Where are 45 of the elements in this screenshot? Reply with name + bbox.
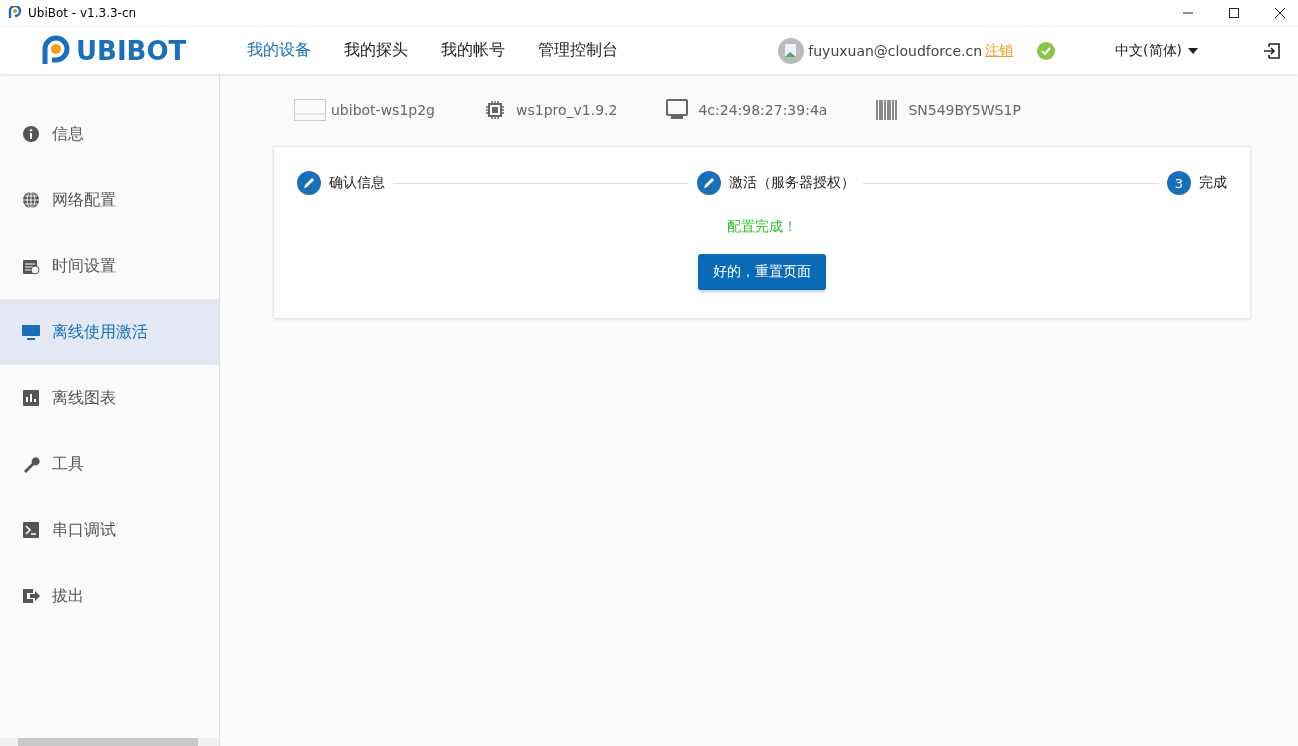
window-title: UbiBot - v1.3.3-cn bbox=[28, 6, 137, 20]
chart-icon bbox=[22, 389, 40, 407]
sidebar-item[interactable]: 信息 bbox=[0, 101, 219, 167]
terminal-icon bbox=[22, 521, 40, 539]
sidebar-item[interactable]: 网络配置 bbox=[0, 167, 219, 233]
avatar-icon bbox=[778, 37, 805, 64]
sidebar-item[interactable]: 工具 bbox=[0, 431, 219, 497]
device-info-text: 4c:24:98:27:39:4a bbox=[698, 102, 828, 118]
exit-icon bbox=[22, 587, 40, 605]
step-label: 确认信息 bbox=[329, 174, 385, 192]
exit-icon[interactable] bbox=[1262, 40, 1282, 61]
logo-icon bbox=[40, 34, 72, 67]
maximize-icon[interactable] bbox=[1228, 7, 1240, 19]
sidebar-item[interactable]: 拔出 bbox=[0, 563, 219, 629]
check-circle-icon bbox=[1037, 41, 1056, 60]
app-logo-icon bbox=[8, 6, 22, 20]
device-icon bbox=[294, 99, 326, 121]
wrench-icon bbox=[22, 455, 40, 473]
horizontal-scrollbar[interactable] bbox=[0, 738, 219, 746]
pencil-icon bbox=[297, 171, 321, 195]
device-info-text: ws1pro_v1.9.2 bbox=[516, 102, 618, 118]
language-dropdown[interactable]: 中文(简体) bbox=[1115, 41, 1198, 60]
globe-icon bbox=[22, 191, 40, 209]
step-number: 3 bbox=[1167, 171, 1191, 195]
info-icon bbox=[22, 125, 40, 143]
nav-tab[interactable]: 我的探头 bbox=[344, 40, 408, 61]
sidebar-item[interactable]: 离线图表 bbox=[0, 365, 219, 431]
step-label: 激活（服务器授权） bbox=[729, 174, 855, 192]
sidebar-item[interactable]: 时间设置 bbox=[0, 233, 219, 299]
sidebar-item[interactable]: 串口调试 bbox=[0, 497, 219, 563]
success-message: 配置完成！ bbox=[727, 218, 797, 236]
nav-tab[interactable]: 管理控制台 bbox=[538, 40, 618, 61]
reset-button[interactable]: 好的，重置页面 bbox=[698, 254, 826, 290]
user-email: fuyuxuan@cloudforce.cn bbox=[808, 42, 983, 59]
sidebar-item[interactable]: 离线使用激活 bbox=[0, 299, 219, 365]
close-icon[interactable] bbox=[1274, 7, 1286, 19]
device-info-text: SN549BY5WS1P bbox=[908, 102, 1021, 118]
step-label: 完成 bbox=[1199, 174, 1227, 192]
nav-tab[interactable]: 我的帐号 bbox=[441, 40, 505, 61]
logo-text: UBIBOT bbox=[76, 35, 187, 66]
nav-tab[interactable]: 我的设备 bbox=[247, 40, 311, 61]
caret-icon bbox=[1188, 47, 1198, 54]
pencil-icon bbox=[697, 171, 721, 195]
monitor-icon bbox=[22, 323, 40, 341]
device-info-text: ubibot-ws1p2g bbox=[331, 102, 435, 118]
